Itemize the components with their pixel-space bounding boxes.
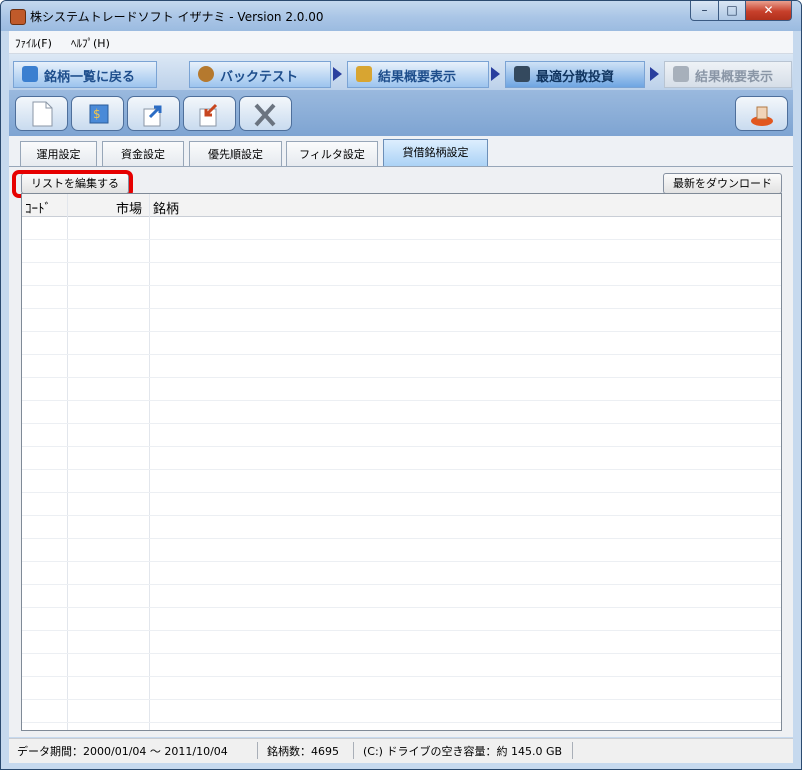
menu-help[interactable]: ﾍﾙﾌﾟ(H) xyxy=(71,35,110,51)
table-header: ｺｰﾄﾞ 市場 銘柄 xyxy=(22,194,781,217)
table-row-line xyxy=(22,446,781,447)
coins-icon xyxy=(356,66,372,82)
new-document-button[interactable] xyxy=(15,96,68,131)
status-divider xyxy=(257,742,258,759)
import-button[interactable] xyxy=(183,96,236,131)
table-row-line xyxy=(22,285,781,286)
nav-tab-backtest[interactable]: バックテスト xyxy=(189,61,331,88)
settings-tools-icon xyxy=(254,103,276,127)
tab-filter-settings[interactable]: フィルタ設定 xyxy=(286,141,378,166)
tab-margin-stock-settings[interactable]: 貸借銘柄設定 xyxy=(383,139,488,167)
menu-bar: ﾌｧｲﾙ(F) ﾍﾙﾌﾟ(H) xyxy=(9,31,793,54)
eye-icon xyxy=(22,66,38,82)
table-row-line xyxy=(22,262,781,263)
stamp-button[interactable] xyxy=(735,96,788,131)
table-row-line xyxy=(22,653,781,654)
tab-priority-settings[interactable]: 優先順設定 xyxy=(189,141,282,166)
new-document-icon xyxy=(32,101,53,127)
title-bar: 株システムトレードソフト イザナミ - Version 2.0.00 – □ ✕ xyxy=(1,1,801,31)
column-divider xyxy=(67,194,68,730)
table-row-line xyxy=(22,239,781,240)
nav-tab-results-summary[interactable]: 結果概要表示 xyxy=(347,61,489,88)
table-row-line xyxy=(22,377,781,378)
column-divider xyxy=(149,194,150,730)
table-row-line xyxy=(22,607,781,608)
workflow-nav: 銘柄一覧に戻る バックテスト 結果概要表示 最適分散投資 結果概要表示 xyxy=(9,54,793,90)
status-divider xyxy=(353,742,354,759)
money-exchange-icon: $ xyxy=(89,104,109,124)
status-divider xyxy=(572,742,573,759)
tab-operation-settings[interactable]: 運用設定 xyxy=(20,141,97,166)
column-header-market[interactable]: 市場 xyxy=(116,198,142,217)
step-arrow-icon xyxy=(650,67,659,81)
status-bar: データ期間：2000/01/04 〜 2011/10/04 銘柄数：4695 (… xyxy=(9,738,793,763)
table-row-line xyxy=(22,423,781,424)
table-row-line xyxy=(22,469,781,470)
step-arrow-icon xyxy=(491,67,500,81)
toolbar: $ xyxy=(9,90,793,136)
app-logo-icon xyxy=(10,9,26,25)
table-row-line xyxy=(22,400,781,401)
table-row-line xyxy=(22,584,781,585)
tab-fund-settings[interactable]: 資金設定 xyxy=(102,141,184,166)
maximize-button[interactable]: □ xyxy=(718,1,746,21)
table-row-line xyxy=(22,699,781,700)
settings-tabs: 運用設定 資金設定 優先順設定 フィルタ設定 貸借銘柄設定 xyxy=(9,136,793,167)
column-header-stock-name[interactable]: 銘柄 xyxy=(153,198,179,217)
stamp-icon xyxy=(751,106,773,126)
table-row-line xyxy=(22,630,781,631)
step-arrow-icon xyxy=(333,67,342,81)
table-row-line xyxy=(22,492,781,493)
nav-tab-results-summary-2: 結果概要表示 xyxy=(664,61,792,88)
svg-text:$: $ xyxy=(93,107,101,121)
nav-tab-optimal-diversification[interactable]: 最適分散投資 xyxy=(505,61,645,88)
chart-icon xyxy=(673,66,689,82)
stock-count-status: 銘柄数：4695 xyxy=(267,745,339,758)
import-icon xyxy=(199,103,218,127)
minimize-button[interactable]: – xyxy=(690,1,719,21)
table-row-line xyxy=(22,722,781,723)
close-button[interactable]: ✕ xyxy=(745,1,792,21)
table-row-line xyxy=(22,308,781,309)
table-row-line xyxy=(22,538,781,539)
menu-file[interactable]: ﾌｧｲﾙ(F) xyxy=(15,35,52,51)
data-period-status: データ期間：2000/01/04 〜 2011/10/04 xyxy=(17,745,228,758)
money-bag-icon xyxy=(198,66,214,82)
table-row-line xyxy=(22,354,781,355)
table-row-line xyxy=(22,515,781,516)
window-title: 株システムトレードソフト イザナミ - Version 2.0.00 xyxy=(30,10,324,24)
settings-tools-button[interactable] xyxy=(239,96,292,131)
main-panel: リストを編集する 最新をダウンロード ｺｰﾄﾞ 市場 銘柄 xyxy=(9,166,793,737)
download-latest-button[interactable]: 最新をダウンロード xyxy=(663,173,782,194)
money-exchange-button[interactable]: $ xyxy=(71,96,124,131)
export-button[interactable] xyxy=(127,96,180,131)
stock-table[interactable]: ｺｰﾄﾞ 市場 銘柄 xyxy=(21,193,782,731)
nav-tab-stock-list[interactable]: 銘柄一覧に戻る xyxy=(13,61,157,88)
table-row-line xyxy=(22,561,781,562)
table-row-line xyxy=(22,331,781,332)
grid-icon xyxy=(514,66,530,82)
app-window: 株システムトレードソフト イザナミ - Version 2.0.00 – □ ✕… xyxy=(0,0,802,770)
disk-space-status: (C:) ドライブの空き容量：約 145.0 GB xyxy=(363,745,563,758)
export-icon xyxy=(143,105,162,127)
column-header-code[interactable]: ｺｰﾄﾞ xyxy=(25,198,51,217)
table-row-line xyxy=(22,676,781,677)
